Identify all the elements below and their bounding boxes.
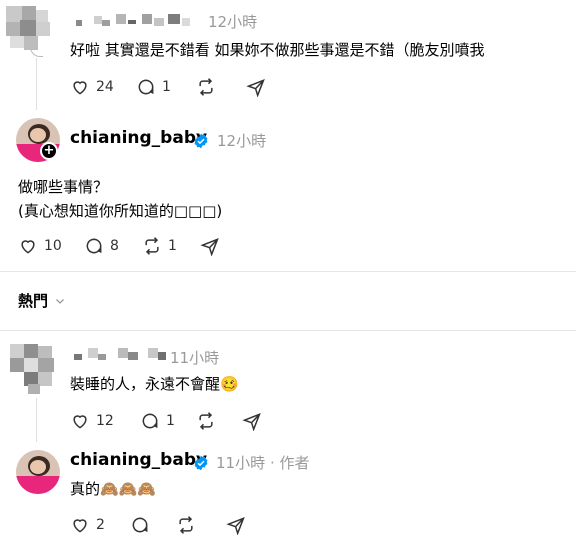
comment-icon — [142, 413, 158, 429]
divider — [0, 271, 576, 272]
comment-icon — [138, 79, 154, 95]
chevron-down-icon — [56, 298, 64, 304]
send-icon — [226, 517, 245, 535]
reply-button[interactable]: 8 — [84, 236, 119, 256]
repost-button[interactable]: 1 — [142, 236, 177, 256]
reply-button[interactable]: 1 — [140, 411, 175, 431]
heart-icon — [73, 519, 87, 533]
repost-icon — [199, 78, 213, 96]
post-4-text: 真的🙈🙈🙈 — [70, 480, 157, 498]
reply-button[interactable]: 1 — [136, 77, 171, 97]
like-button[interactable]: 10 — [18, 236, 62, 256]
verified-badge-icon — [194, 133, 208, 149]
thread-line-1 — [36, 58, 37, 110]
verified-badge-icon — [194, 455, 208, 471]
reply-count: 1 — [162, 79, 171, 95]
like-button[interactable]: 12 — [70, 411, 114, 431]
post-4-time: 11小時 — [216, 454, 266, 472]
heart-icon — [73, 81, 87, 95]
heart-icon — [73, 415, 87, 429]
repost-icon — [179, 516, 193, 534]
like-count: 24 — [96, 79, 114, 95]
sort-label: 熱門 — [18, 292, 49, 310]
send-icon — [246, 79, 265, 97]
pixelated-username-1[interactable] — [70, 12, 198, 26]
divider — [0, 330, 576, 331]
repost-count: 1 — [168, 238, 177, 254]
repost-button[interactable] — [176, 515, 196, 535]
avatar[interactable] — [16, 450, 60, 494]
post-1-time: 12小時 — [208, 13, 258, 31]
like-button[interactable]: 2 — [70, 515, 105, 535]
like-count: 12 — [96, 413, 114, 429]
share-button[interactable] — [200, 236, 220, 256]
post-1-text: 好啦 其實還是不錯看 如果妳不做那些事還是不錯（脆友別噴我 — [70, 41, 485, 59]
username[interactable]: chianing_baby — [70, 450, 207, 470]
thread-line-2 — [36, 398, 37, 442]
send-icon — [242, 413, 261, 431]
like-count: 10 — [44, 238, 62, 254]
post-2-text-line2: (真心想知道你所知道的□□□) — [18, 202, 223, 220]
post-2-text-line1: 做哪些事情？ — [18, 178, 109, 196]
reply-button[interactable] — [130, 515, 150, 535]
share-button[interactable] — [246, 77, 266, 97]
pixelated-username-2[interactable] — [70, 346, 170, 362]
author-tag: · 作者 — [270, 454, 310, 472]
username[interactable]: chianing_baby — [70, 128, 207, 148]
post-2-time: 12小時 — [217, 132, 267, 150]
thread-connector-1 — [30, 44, 43, 57]
repost-button[interactable] — [196, 411, 216, 431]
share-button[interactable] — [242, 411, 262, 431]
reply-count: 8 — [110, 238, 119, 254]
like-count: 2 — [96, 517, 105, 533]
pixelated-avatar-1[interactable] — [6, 6, 50, 50]
repost-icon — [145, 237, 159, 255]
pixelated-avatar-2[interactable] — [10, 344, 58, 394]
share-button[interactable] — [226, 515, 246, 535]
send-icon — [200, 238, 219, 256]
comment-icon — [86, 238, 102, 254]
repost-icon — [199, 412, 213, 430]
follow-plus-icon[interactable]: + — [40, 142, 58, 160]
repost-button[interactable] — [196, 77, 216, 97]
like-button[interactable]: 24 — [70, 77, 114, 97]
reply-count: 1 — [166, 413, 175, 429]
post-3-text: 裝睡的人，永遠不會醒🥴 — [70, 375, 239, 393]
post-3-time: 11小時 — [170, 349, 220, 367]
sort-dropdown[interactable]: 熱門 — [18, 290, 66, 311]
comment-icon — [132, 517, 148, 533]
heart-icon — [21, 240, 35, 254]
